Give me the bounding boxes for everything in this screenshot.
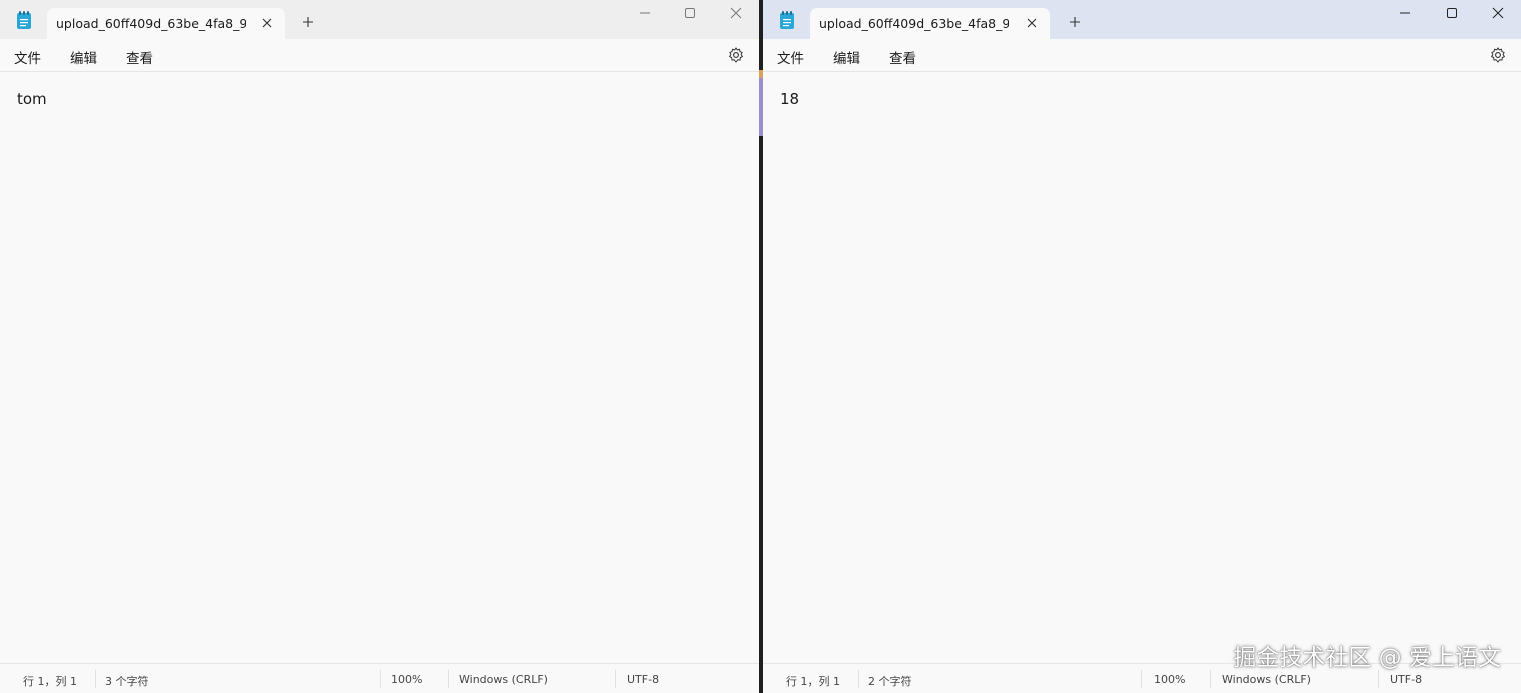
tab-title: upload_60ff409d_63be_4fa8_90ea_	[819, 16, 1009, 31]
title-bar: upload_60ff409d_63be_4fa8_90ea_	[0, 0, 759, 39]
menu-view[interactable]: 查看	[889, 47, 916, 67]
minimize-button[interactable]	[622, 0, 668, 26]
close-icon[interactable]	[259, 15, 275, 31]
close-icon	[1492, 7, 1504, 19]
maximize-button[interactable]	[1429, 0, 1475, 26]
menu-view[interactable]: 查看	[126, 47, 153, 67]
divider	[1378, 670, 1379, 688]
divider	[95, 670, 96, 688]
watermark: 掘金技术社区 @ 爱上语文	[1233, 645, 1501, 671]
menu-bar: 文件 编辑 查看	[0, 39, 759, 72]
gear-icon[interactable]	[1489, 46, 1507, 64]
close-window-button[interactable]	[1475, 0, 1521, 26]
editor-content: tom	[17, 90, 47, 108]
tab-title: upload_60ff409d_63be_4fa8_90ea_	[56, 16, 246, 31]
zoom-level: 100%	[391, 673, 423, 686]
menu-edit[interactable]: 编辑	[70, 47, 97, 67]
encoding: UTF-8	[1390, 673, 1423, 686]
notepad-window-right: upload_60ff409d_63be_4fa8_90ea_ 文件 编辑 查看…	[763, 0, 1521, 693]
menu-file[interactable]: 文件	[777, 47, 804, 67]
divider	[1210, 670, 1211, 688]
menu-bar: 文件 编辑 查看	[763, 39, 1521, 72]
plus-icon[interactable]	[1067, 14, 1083, 30]
gear-icon[interactable]	[727, 46, 745, 64]
divider	[380, 670, 381, 688]
notepad-icon	[17, 11, 31, 29]
line-ending: Windows (CRLF)	[459, 673, 548, 686]
maximize-icon	[685, 8, 695, 18]
plus-icon[interactable]	[300, 14, 316, 30]
cursor-position: 行 1，列 1	[786, 675, 840, 688]
menu-edit[interactable]: 编辑	[833, 47, 860, 67]
minimize-icon	[640, 12, 650, 14]
title-bar: upload_60ff409d_63be_4fa8_90ea_	[763, 0, 1521, 39]
close-window-button[interactable]	[713, 0, 759, 26]
close-icon	[730, 7, 742, 19]
divider	[858, 670, 859, 688]
minimize-icon	[1400, 12, 1410, 14]
notepad-icon	[780, 11, 794, 29]
maximize-icon	[1447, 8, 1457, 18]
text-editor[interactable]: tom	[0, 73, 759, 663]
zoom-level: 100%	[1154, 673, 1186, 686]
maximize-button[interactable]	[667, 0, 713, 26]
divider	[615, 670, 616, 688]
divider	[448, 670, 449, 688]
encoding: UTF-8	[627, 673, 660, 686]
tab-document[interactable]: upload_60ff409d_63be_4fa8_90ea_	[810, 8, 1050, 39]
close-icon[interactable]	[1024, 15, 1040, 31]
menu-file[interactable]: 文件	[14, 47, 41, 67]
cursor-position: 行 1，列 1	[23, 675, 77, 688]
line-ending: Windows (CRLF)	[1222, 673, 1311, 686]
status-bar: 行 1，列 1 3 个字符 100% Windows (CRLF) UTF-8	[0, 663, 759, 693]
tab-document[interactable]: upload_60ff409d_63be_4fa8_90ea_	[47, 8, 285, 39]
text-editor[interactable]: 18	[763, 73, 1521, 663]
notepad-window-left: upload_60ff409d_63be_4fa8_90ea_ 文件 编辑 查看…	[0, 0, 759, 693]
divider	[1141, 670, 1142, 688]
editor-content: 18	[780, 90, 800, 108]
minimize-button[interactable]	[1382, 0, 1428, 26]
char-count: 2 个字符	[868, 675, 912, 688]
char-count: 3 个字符	[105, 675, 149, 688]
